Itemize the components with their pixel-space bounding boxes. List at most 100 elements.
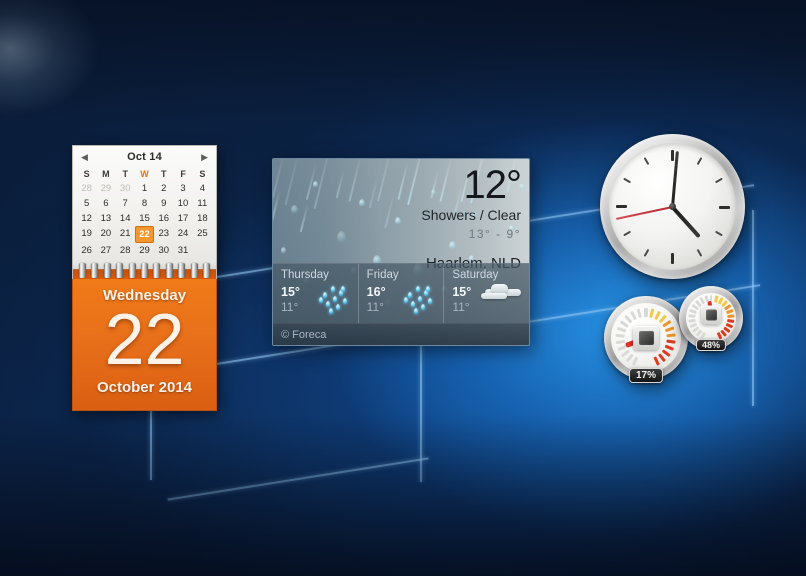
forecast-day-2[interactable]: Saturday 15° 11° xyxy=(443,264,529,323)
calendar-day-cell[interactable]: 5 xyxy=(77,197,96,212)
clock-center-pin xyxy=(669,203,676,210)
calendar-day-cell[interactable]: 29 xyxy=(96,182,115,197)
spiral-ring xyxy=(116,263,123,278)
weather-condition: Showers / Clear xyxy=(421,207,521,223)
rain-drop xyxy=(395,217,401,225)
clock-tick xyxy=(672,207,674,264)
calendar-day-cell[interactable] xyxy=(193,243,212,258)
calendar-day-cell[interactable]: 18 xyxy=(193,212,212,227)
raindrop xyxy=(323,292,327,298)
raindrop xyxy=(319,297,323,303)
calendar-day-cell[interactable]: 1 xyxy=(135,182,154,197)
calendar-day-cell[interactable]: 2 xyxy=(154,182,173,197)
calendar-day-cell[interactable]: 16 xyxy=(154,212,173,227)
calendar-day-cell[interactable]: 19 xyxy=(77,226,96,243)
spiral-ring xyxy=(141,263,148,278)
calendar-day-cell[interactable]: 11 xyxy=(193,197,212,212)
calendar-day-cell[interactable]: 13 xyxy=(96,212,115,227)
desktop-background: ◀ Oct 14 ▶ S M T W T F S 28 29 30 1 2 3 4 5 6 7 8 9 10 11 12 1… xyxy=(0,0,806,576)
calendar-title: Oct 14 xyxy=(127,151,162,163)
forecast-day-name: Friday xyxy=(367,269,436,281)
weather-temperature: 12° xyxy=(421,165,521,205)
memory-usage-readout: 48% xyxy=(696,339,726,351)
spiral-ring xyxy=(166,263,173,278)
rain-drop xyxy=(313,181,318,188)
calendar-date-grid[interactable]: S M T W T F S 28 29 30 1 2 3 4 5 6 7 8 9 10 11 12 13 14 15 16 17 18… xyxy=(77,167,212,258)
calendar-day-cell[interactable]: 28 xyxy=(77,182,96,197)
calendar-day-cell[interactable]: 27 xyxy=(96,243,115,258)
calendar-day-cell[interactable]: 24 xyxy=(173,226,192,243)
calendar-day-cell[interactable]: 14 xyxy=(116,212,135,227)
raindrop xyxy=(428,298,432,304)
weather-current: 12° Showers / Clear 13° - 9° Haarlem, NL… xyxy=(421,165,521,272)
rain-icon xyxy=(402,284,436,312)
weather-forecast-row: Thursday 15° 11° Friday 16° 11° Saturday… xyxy=(273,263,529,323)
calendar-dow-header: T xyxy=(116,167,135,182)
raindrop xyxy=(416,286,420,292)
calendar-day-cell[interactable]: 30 xyxy=(154,243,173,258)
calendar-gadget[interactable]: ◀ Oct 14 ▶ S M T W T F S 28 29 30 1 2 3 4 5 6 7 8 9 10 11 12 1… xyxy=(72,145,217,411)
memory-chip-icon xyxy=(701,306,721,325)
spiral-ring xyxy=(129,263,136,278)
calendar-day-cell[interactable]: 21 xyxy=(116,226,135,243)
rain-icon xyxy=(317,284,351,312)
clock-tick xyxy=(673,206,730,208)
calendar-selected-day[interactable]: 22 xyxy=(135,226,154,243)
memory-meter-gadget[interactable]: 48% xyxy=(679,286,743,350)
raindrop xyxy=(329,308,333,314)
calendar-dow-header: T xyxy=(154,167,173,182)
raindrop xyxy=(418,296,422,302)
spiral-ring xyxy=(203,263,210,278)
clock-gadget[interactable] xyxy=(600,134,745,279)
calendar-day-cell[interactable]: 31 xyxy=(173,243,192,258)
raindrop xyxy=(336,304,340,310)
rain-drop xyxy=(359,199,365,207)
rain-streak xyxy=(348,158,363,202)
calendar-day-cell[interactable]: 6 xyxy=(96,197,115,212)
calendar-day-cell[interactable]: 9 xyxy=(154,197,173,212)
calendar-day-cell[interactable]: 10 xyxy=(173,197,192,212)
calendar-day-cell[interactable]: 12 xyxy=(77,212,96,227)
calendar-day-cell[interactable]: 20 xyxy=(96,226,115,243)
forecast-day-0[interactable]: Thursday 15° 11° xyxy=(273,264,358,323)
calendar-day-cell[interactable]: 30 xyxy=(116,182,135,197)
raindrop xyxy=(343,298,347,304)
calendar-day-cell[interactable]: 26 xyxy=(77,243,96,258)
clock-face xyxy=(609,143,736,270)
rain-streak xyxy=(300,203,309,233)
spiral-ring xyxy=(191,263,198,278)
rain-streak xyxy=(377,158,393,202)
calendar-day-cell[interactable]: 8 xyxy=(135,197,154,212)
calendar-day-cell[interactable]: 15 xyxy=(135,212,154,227)
calendar-day-cell[interactable]: 3 xyxy=(173,182,192,197)
calendar-day-cell[interactable]: 7 xyxy=(116,197,135,212)
calendar-day-cell[interactable]: 25 xyxy=(193,226,212,243)
raindrop xyxy=(333,296,337,302)
weather-temp-range: 13° - 9° xyxy=(421,227,521,241)
calendar-day-cell[interactable]: 29 xyxy=(135,243,154,258)
weather-gadget[interactable]: 12° Showers / Clear 13° - 9° Haarlem, NL… xyxy=(272,158,530,346)
cpu-usage-readout: 17% xyxy=(629,368,663,383)
rain-streak xyxy=(369,175,379,208)
spiral-ring xyxy=(178,263,185,278)
calendar-day-cell[interactable]: 17 xyxy=(173,212,192,227)
raindrop xyxy=(404,297,408,303)
calendar-day-view[interactable]: Wednesday 22 October 2014 xyxy=(72,279,217,410)
raindrop xyxy=(331,286,335,292)
calendar-day-cell[interactable]: 23 xyxy=(154,226,173,243)
calendar-day-cell[interactable]: 28 xyxy=(116,243,135,258)
raindrop xyxy=(411,301,415,307)
forecast-day-1[interactable]: Friday 16° 11° xyxy=(358,264,444,323)
calendar-dow-header: S xyxy=(77,167,96,182)
next-month-arrow-icon[interactable]: ▶ xyxy=(201,153,208,162)
raindrop xyxy=(408,292,412,298)
prev-month-arrow-icon[interactable]: ◀ xyxy=(81,153,88,162)
raindrop xyxy=(426,286,430,292)
calendar-header: ◀ Oct 14 ▶ xyxy=(77,151,212,167)
cpu-meter-gadget[interactable]: 17% xyxy=(604,296,688,380)
calendar-dow-header: W xyxy=(135,167,154,182)
calendar-dow-header: S xyxy=(193,167,212,182)
forecast-day-name: Thursday xyxy=(281,269,350,281)
cpu-chip-icon xyxy=(633,326,659,350)
calendar-day-cell[interactable]: 4 xyxy=(193,182,212,197)
